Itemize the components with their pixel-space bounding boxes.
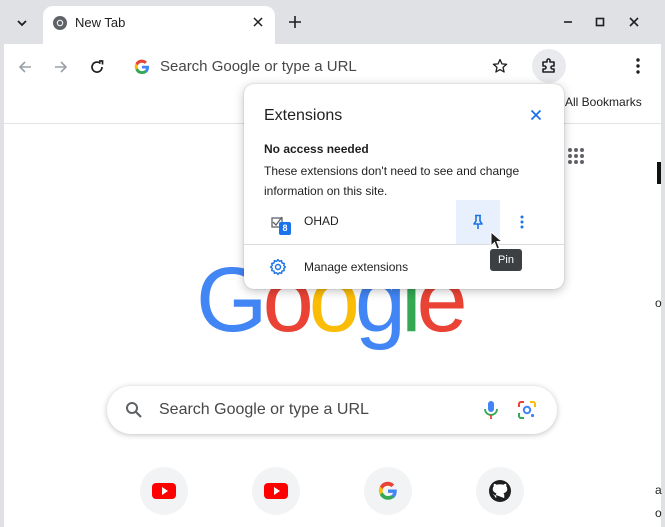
- extensions-puzzle-icon[interactable]: [532, 49, 566, 83]
- extensions-popup-title: Extensions: [264, 107, 343, 124]
- close-icon[interactable]: [624, 12, 644, 32]
- youtube-icon: [152, 483, 176, 499]
- tab-search-chevron-icon[interactable]: [10, 11, 34, 35]
- maximize-icon[interactable]: [590, 12, 610, 32]
- new-tab-button[interactable]: [285, 12, 305, 32]
- tab-close-icon[interactable]: [249, 13, 267, 31]
- youtube-icon: [264, 483, 288, 499]
- reload-icon[interactable]: [85, 55, 109, 79]
- omnibox[interactable]: Search Google or type a URL: [126, 49, 530, 85]
- section-description: These extensions don't need to see and c…: [264, 164, 520, 198]
- shortcut-github[interactable]: [476, 467, 524, 515]
- divider: [244, 244, 564, 245]
- omnibox-placeholder: Search Google or type a URL: [160, 58, 357, 75]
- window-frame-right: [661, 44, 665, 527]
- github-icon: [489, 480, 511, 502]
- all-bookmarks-link[interactable]: All Bookmarks: [565, 95, 642, 109]
- google-lens-icon[interactable]: [517, 400, 537, 420]
- extension-name: OHAD: [304, 214, 339, 228]
- tab-title: New Tab: [75, 15, 126, 30]
- shortcut-google[interactable]: [364, 467, 412, 515]
- kebab-menu-icon[interactable]: [626, 54, 650, 78]
- search-box[interactable]: Search Google or type a URL: [107, 386, 557, 434]
- google-apps-grid-icon[interactable]: [566, 146, 586, 166]
- back-arrow-icon[interactable]: [13, 55, 37, 79]
- edge-fragment: o: [655, 506, 662, 520]
- more-options-icon[interactable]: [512, 212, 532, 232]
- chrome-icon: [53, 16, 67, 30]
- manage-extensions-label: Manage extensions: [304, 260, 409, 274]
- extension-badge: 8: [279, 222, 291, 235]
- forward-arrow-icon[interactable]: [49, 55, 73, 79]
- google-icon: [378, 481, 397, 500]
- pin-tooltip: Pin: [490, 249, 522, 271]
- search-placeholder: Search Google or type a URL: [159, 401, 369, 418]
- minimize-icon[interactable]: [558, 12, 578, 32]
- edge-fragment: a: [655, 483, 662, 497]
- section-heading: No access needed: [264, 142, 369, 156]
- shortcut-youtube[interactable]: [252, 467, 300, 515]
- bookmark-star-icon[interactable]: [488, 54, 512, 78]
- edge-fragment: o: [655, 296, 662, 310]
- edge-fragment: [657, 162, 661, 184]
- google-g-icon: [134, 59, 149, 75]
- close-icon[interactable]: [526, 105, 546, 125]
- pin-icon: [473, 214, 483, 229]
- search-icon: [126, 402, 142, 418]
- microphone-icon[interactable]: [481, 399, 501, 421]
- mouse-cursor-icon: [490, 231, 504, 250]
- gear-icon: [269, 258, 287, 276]
- tab-new-tab[interactable]: New Tab: [43, 6, 275, 44]
- tab-strip: New Tab: [0, 0, 665, 44]
- shortcut-youtube[interactable]: [140, 467, 188, 515]
- extension-item-ohad[interactable]: 8 OHAD: [244, 200, 564, 244]
